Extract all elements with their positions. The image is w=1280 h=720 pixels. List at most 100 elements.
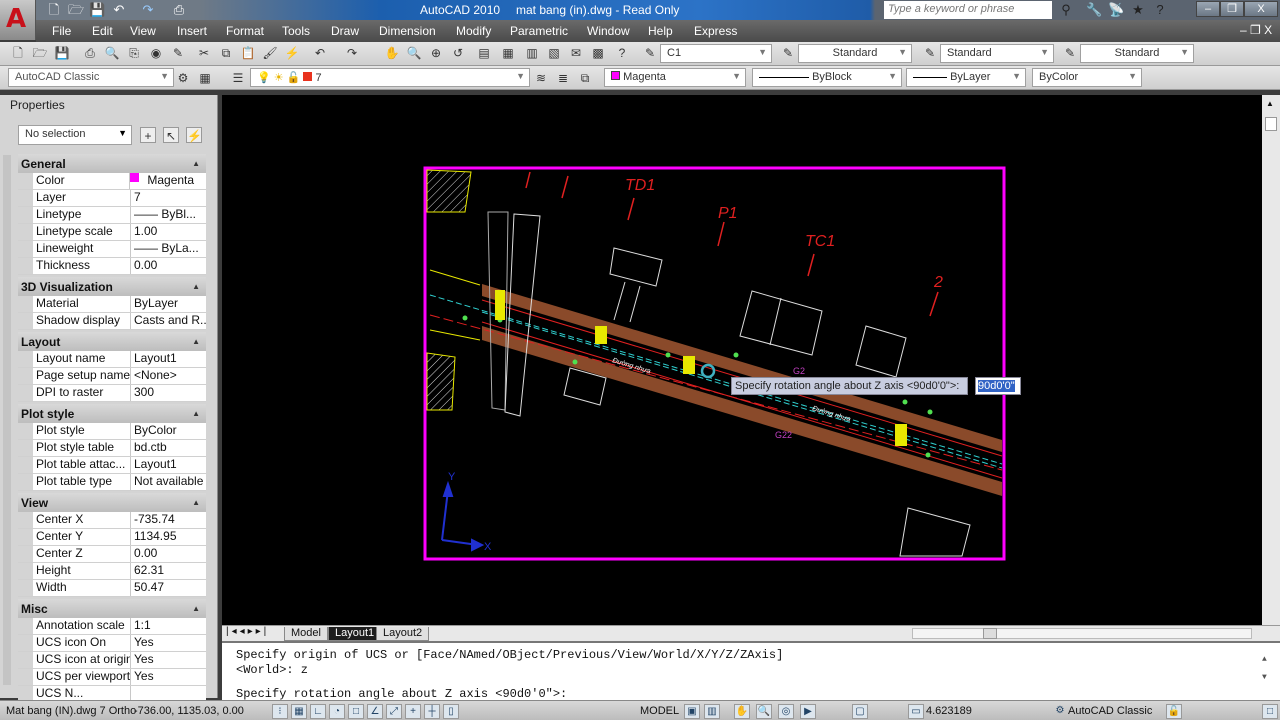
object-snap-tracking-icon[interactable]: ∠ [367,704,383,719]
block-editor-icon[interactable]: ⚡ [284,45,300,61]
menu-express[interactable]: Express [694,24,737,38]
doc-window-controls[interactable]: – ❐ X [1240,23,1272,37]
property-value[interactable]: <None> [131,368,206,384]
menu-modify[interactable]: Modify [456,24,491,38]
favorites-icon[interactable]: ★ [1130,2,1146,18]
property-row[interactable]: Shadow display Casts and R... [18,313,206,330]
communication-center-icon[interactable]: 📡 [1108,2,1124,18]
property-value[interactable]: bd.ctb [131,440,206,456]
make-current-layer-icon[interactable]: ≋ [533,70,549,86]
menu-view[interactable]: View [130,24,156,38]
property-value[interactable]: —— ByLa... [131,241,206,257]
collapse-icon[interactable]: ▲ [192,409,200,418]
property-row[interactable]: Annotation scale 1:1 [18,618,206,635]
section-header[interactable]: View ▲ [18,491,206,512]
property-value[interactable]: 62.31 [131,563,206,579]
lineweight-icon[interactable]: ┼ [424,704,440,719]
property-row[interactable]: Layout name Layout1 [18,351,206,368]
collapse-icon[interactable]: ▲ [192,337,200,346]
property-row[interactable]: Lineweight —— ByLa... [18,241,206,258]
menu-draw[interactable]: Draw [331,24,359,38]
property-row[interactable]: Width 50.47 [18,580,206,597]
menu-parametric[interactable]: Parametric [510,24,568,38]
pan-icon[interactable]: ✋ [384,45,400,61]
layer-properties-icon[interactable]: ☰ [230,70,246,86]
grid-display-icon[interactable]: ▦ [291,704,307,719]
dynamic-input-icon[interactable]: + [405,704,421,719]
binoculars-icon[interactable]: ⚲ [1058,2,1074,18]
steering-wheel-icon[interactable]: ◎ [778,704,794,719]
close-button[interactable]: X [1244,1,1278,17]
polar-tracking-icon[interactable]: ◔ [329,704,345,719]
dynamic-input-field[interactable]: 90d0'0" [975,377,1021,395]
property-value[interactable]: Casts and R... [131,313,206,329]
plot-preview-icon[interactable]: 🔍 [104,45,120,61]
section-header[interactable]: General ▲ [18,152,206,173]
zoom-previous-icon[interactable]: ↺ [450,45,466,61]
section-header[interactable]: Misc ▲ [18,597,206,618]
markup-icon[interactable]: ✉ [568,45,584,61]
zoom-realtime-icon[interactable]: 🔍 [406,45,422,61]
property-value[interactable]: Yes [131,669,206,685]
property-row[interactable]: Plot table type Not available [18,474,206,491]
design-center-icon[interactable]: ▦ [500,45,516,61]
property-value[interactable]: 1:1 [131,618,206,634]
maximize-viewport-icon[interactable]: ▢ [852,704,868,719]
property-row[interactable]: Linetype scale 1.00 [18,224,206,241]
undo-icon[interactable]: ↶ [111,2,127,17]
save-icon[interactable]: 💾 [54,45,70,61]
quick-view-drawings-icon[interactable]: ▥ [704,704,720,719]
collapse-icon[interactable]: ▲ [192,604,200,613]
open-icon[interactable]: 🗁 [68,2,84,17]
plot-icon[interactable]: ⎙ [171,2,187,17]
object-snap-icon[interactable]: □ [348,704,364,719]
command-scroll-icon[interactable]: ▲ ▼ [1262,655,1267,682]
menu-window[interactable]: Window [587,24,630,38]
new-icon[interactable]: 🗋 [10,45,26,61]
table-style-combo[interactable]: Standard ▼ [940,44,1054,63]
save-icon[interactable]: 💾 [89,2,105,17]
publish-icon[interactable]: ⎘ [126,45,142,61]
redo-icon[interactable]: ↷ [344,45,360,61]
property-row[interactable]: DPI to raster 300 [18,385,206,402]
annotation-scale-value[interactable]: 4.623189 [926,705,972,717]
layer-previous-icon[interactable]: ≣ [555,70,571,86]
clean-screen-icon[interactable]: □ [1262,704,1278,719]
tab-layout1[interactable]: Layout1 [328,627,382,641]
property-value[interactable]: 300 [131,385,206,401]
pan-icon[interactable]: ✋ [734,704,750,719]
property-row[interactable]: UCS per viewport Yes [18,669,206,686]
scroll-up-icon[interactable]: ▲ [1266,99,1274,108]
subscription-icon[interactable]: 🔧 [1086,2,1102,18]
menu-format[interactable]: Format [226,24,264,38]
tool-palettes-icon[interactable]: ▥ [524,45,540,61]
property-value[interactable]: Yes [131,652,206,668]
minimize-button[interactable]: – [1196,1,1220,17]
quick-properties-icon[interactable]: ▯ [443,704,459,719]
model-space-toggle[interactable]: MODEL [640,705,679,717]
section-header[interactable]: Layout ▲ [18,330,206,351]
paste-icon[interactable]: 📋 [240,45,256,61]
collapse-icon[interactable]: ▲ [192,159,200,168]
menu-tools[interactable]: Tools [282,24,310,38]
selection-combo[interactable]: No selection ▼ [18,125,132,145]
plotstyle-combo[interactable]: ByColor ▼ [1032,68,1142,87]
property-value[interactable]: —— ByBl... [131,207,206,223]
toolbar-lock-icon[interactable]: 🔓 [1166,704,1182,719]
palette-side-bar[interactable] [3,155,11,685]
menu-dimension[interactable]: Dimension [379,24,436,38]
undo-icon[interactable]: ↶ [312,45,328,61]
property-row[interactable]: UCS icon at origin Yes [18,652,206,669]
section-header[interactable]: Plot style ▲ [18,402,206,423]
layer-state-icon[interactable]: ⧉ [577,70,593,86]
3d-dwf-icon[interactable]: ◉ [148,45,164,61]
property-row[interactable]: Layer 7 [18,190,206,207]
open-icon[interactable]: 🗁 [32,45,48,61]
ortho-mode-icon[interactable]: ∟ [310,704,326,719]
zoom-window-icon[interactable]: ⊕ [428,45,444,61]
mleader-style-combo[interactable]: Standard ▼ [1080,44,1194,63]
coordinates-readout[interactable]: -736.00, 1135.03, 0.00 [134,705,244,717]
property-value[interactable]: ByColor [131,423,206,439]
cut-icon[interactable]: ✂ [196,45,212,61]
vertical-scrollbar[interactable]: ▲ [1262,95,1280,625]
